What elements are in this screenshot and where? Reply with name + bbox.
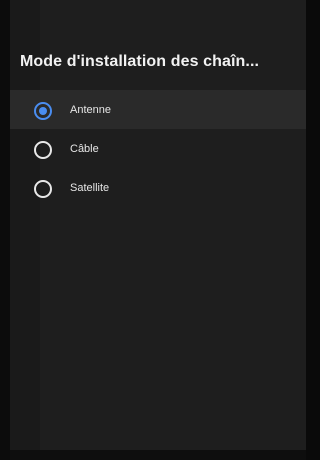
radio-unchecked-icon[interactable] [34, 179, 52, 198]
channel-installation-options: Antenne Câble Satellite [10, 90, 306, 207]
option-label-cable: Câble [70, 142, 99, 155]
radio-checked-icon[interactable] [34, 101, 52, 120]
dialog-title: Mode d'installation des chaîn... [20, 53, 260, 70]
panel-bottom-edge [10, 450, 306, 460]
option-label-satellite: Satellite [70, 181, 110, 194]
option-label-antenne: Antenne [70, 103, 111, 116]
screen: Mode d'installation des chaîn... Antenne… [0, 0, 306, 460]
radio-dot [39, 106, 47, 115]
radio-unchecked-icon[interactable] [34, 140, 52, 159]
option-satellite[interactable]: Satellite [10, 168, 306, 207]
option-antenne[interactable]: Antenne [10, 90, 306, 129]
option-cable[interactable]: Câble [10, 129, 306, 168]
